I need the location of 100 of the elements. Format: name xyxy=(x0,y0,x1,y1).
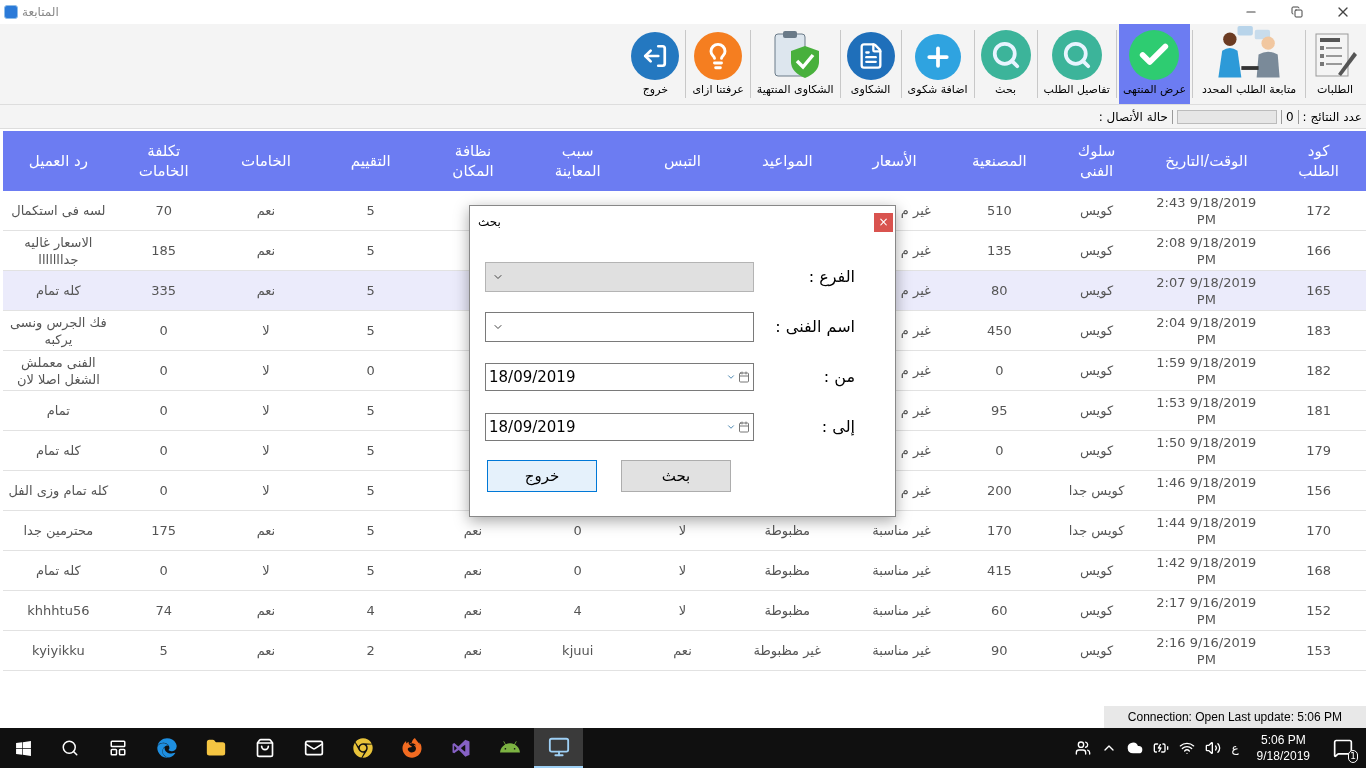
table-cell-text: 2:17 9/16/2019 PM xyxy=(1155,593,1258,628)
notification-count: 1 xyxy=(1348,750,1358,763)
table-cell-text: 2 xyxy=(365,642,376,659)
table-cell-text: الاسعار غاليه جدااااااا xyxy=(23,233,94,268)
table-cell-text: نعم xyxy=(255,642,277,659)
field-label: اسم الفنى : xyxy=(775,316,855,338)
table-cell-text: 156 xyxy=(1305,482,1332,499)
table-cell-text: غير مناسبة xyxy=(871,522,932,539)
table-cell-text: 165 xyxy=(1305,282,1332,299)
table-cell-text: نعم xyxy=(462,642,484,659)
table-cell-text: 0 xyxy=(158,402,169,419)
table-cell-text: كويس xyxy=(1079,242,1115,259)
table-cell-text: تمام xyxy=(45,402,71,419)
table-cell-text: 172 xyxy=(1305,202,1332,219)
results-count: 0 xyxy=(1285,108,1294,126)
table-cell-text: 179 xyxy=(1305,442,1332,459)
table-cell-text: نعم xyxy=(462,562,484,579)
table-cell-text: kyiyikku xyxy=(31,642,86,659)
table-cell-text: 5 xyxy=(365,562,376,579)
table-cell-text: غير مناسبة xyxy=(871,562,932,579)
table-cell-text: نعم xyxy=(255,522,277,539)
table-cell-text: 200 xyxy=(985,482,1013,499)
table-cell-text: لا xyxy=(261,482,271,499)
table-cell-text: 4 xyxy=(572,602,583,619)
table-cell-text: 1:50 9/18/2019 PM xyxy=(1155,433,1258,468)
table-cell-text: كويس xyxy=(1079,202,1115,219)
table-cell-text: 175 xyxy=(150,522,178,539)
table-cell-text: لا xyxy=(261,442,271,459)
table-cell-text: لسه فى استكمال xyxy=(10,202,107,219)
table-cell-text: 1:44 9/18/2019 PM xyxy=(1155,513,1258,548)
table-cell-text: 0 xyxy=(158,362,169,379)
table-cell-text: 70 xyxy=(154,202,173,219)
table-cell-text: مظبوطة xyxy=(763,562,812,579)
table-cell-text: لا xyxy=(261,402,271,419)
table-cell-text: 181 xyxy=(1305,402,1332,419)
table-cell-text: 183 xyxy=(1305,322,1332,339)
table-cell-text: غير م xyxy=(899,282,932,299)
table-cell-text: نعم xyxy=(462,522,484,539)
table-cell-text: 2:16 9/16/2019 PM xyxy=(1155,633,1258,668)
table-cell-text: 5 xyxy=(365,202,376,219)
table-cell-text: 5 xyxy=(365,482,376,499)
table-cell-text: 5 xyxy=(365,522,376,539)
table-cell-text: لا xyxy=(677,562,688,579)
table-cell-text: 182 xyxy=(1305,362,1332,379)
table-cell-text: 2:07 9/18/2019 PM xyxy=(1155,273,1258,308)
table-cell-text: غير م xyxy=(899,242,932,259)
connection-label: حالة الأتصال : xyxy=(1098,108,1168,126)
table-cell-text: كويس جدا xyxy=(1067,482,1126,499)
table-cell-text: 166 xyxy=(1305,242,1332,259)
table-cell-text: لا xyxy=(677,602,688,619)
table-cell-text: غير م xyxy=(899,322,932,339)
table-cell-text: 0 xyxy=(994,362,1005,379)
table-cell-text: كله تمام xyxy=(35,282,82,299)
dialog-title: بحث xyxy=(478,214,501,231)
table-cell-text: كله تمام xyxy=(35,442,82,459)
table-cell-text: غير مناسبة xyxy=(871,602,932,619)
field-label: إلى : xyxy=(821,416,855,438)
table-cell-text: 74 xyxy=(154,602,173,619)
table-cell-text: كويس xyxy=(1079,442,1115,459)
table-cell-text: 2:04 9/18/2019 PM xyxy=(1155,313,1258,348)
table-cell-text: كويس xyxy=(1079,402,1115,419)
table-cell-text: كويس xyxy=(1079,562,1115,579)
table-cell-text: نعم xyxy=(255,282,277,299)
table-cell-text: لا xyxy=(261,322,271,339)
connection-status: Connection: Open Last update: 5:06 PM xyxy=(1103,706,1366,728)
table-cell-text: 0 xyxy=(365,362,376,379)
table-cell-text: نعم xyxy=(255,242,277,259)
table-cell-text: 152 xyxy=(1305,602,1332,619)
table-cell-text: نعم xyxy=(462,602,484,619)
table-cell-text: 5 xyxy=(365,282,376,299)
table-cell-text: 5 xyxy=(158,642,169,659)
table-cell-text: 0 xyxy=(572,562,583,579)
table-cell-text: كويس xyxy=(1079,362,1115,379)
table-cell-text: 1:46 9/18/2019 PM xyxy=(1155,473,1258,508)
table-cell-text: مظبوطة xyxy=(763,602,812,619)
table-cell-text: 80 xyxy=(990,282,1009,299)
table-cell-text: كويس xyxy=(1079,322,1115,339)
table-cell-text: 1:53 9/18/2019 PM xyxy=(1155,393,1258,428)
table-cell-text: 170 xyxy=(985,522,1013,539)
table-cell-text: 0 xyxy=(572,522,583,539)
table-cell-text: 0 xyxy=(994,442,1005,459)
table-cell-text: 90 xyxy=(990,642,1009,659)
table-cell-text: 5 xyxy=(365,442,376,459)
table-cell-text: 1:59 9/18/2019 PM xyxy=(1155,353,1258,388)
field-label: من : xyxy=(823,366,855,389)
table-cell-text: نعم xyxy=(255,202,277,219)
table-cell-text: 2:43 9/18/2019 PM xyxy=(1155,193,1258,228)
table-cell-text: فك الجرس ونسى يركبه xyxy=(9,313,108,348)
table-cell-text: 168 xyxy=(1305,562,1332,579)
table-cell-text: 510 xyxy=(985,202,1013,219)
table-cell-text: غير م xyxy=(899,362,932,379)
table-cell-text: لا xyxy=(677,522,688,539)
table-cell-text: كله تمام xyxy=(35,562,82,579)
table-cell-text: 2:08 9/18/2019 PM xyxy=(1155,233,1258,268)
table-cell-text: غير م xyxy=(899,482,932,499)
table-cell-text: 415 xyxy=(985,562,1013,579)
table-cell-text: غير م xyxy=(899,402,932,419)
table-cell-text: 135 xyxy=(985,242,1013,259)
table-cell-text: كويس xyxy=(1079,602,1115,619)
table-cell-text: 185 xyxy=(150,242,178,259)
